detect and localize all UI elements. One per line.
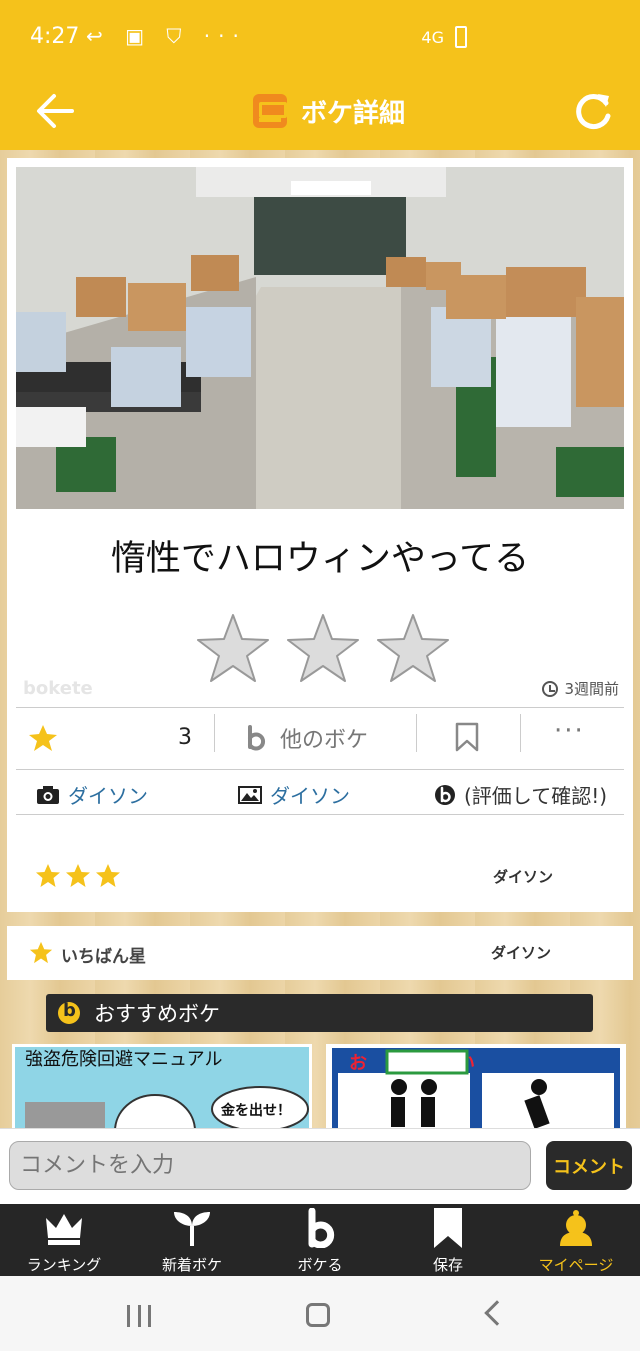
rate-star-2[interactable] (287, 613, 359, 683)
network-indicator: 4G (421, 28, 444, 47)
recommended-image-1: 強盗危険回避マニュアル 金を出せ！ (15, 1047, 309, 1131)
time-ago-text: 3週間前 (564, 680, 619, 698)
sprout-icon (174, 1212, 210, 1246)
system-back-button[interactable] (484, 1300, 510, 1326)
bokete-b-icon (248, 725, 265, 751)
star-icon (29, 941, 53, 964)
camera-icon (37, 785, 59, 804)
boke-detail-icon (253, 94, 287, 128)
boke-credit-name: ダイソン (270, 784, 350, 808)
boke-caption: 惰性でハロウィンやってる (110, 539, 530, 579)
star-icon (36, 864, 60, 887)
best-star-label: いちばん星 (61, 947, 146, 967)
star-count-icon[interactable] (28, 724, 58, 752)
nav-saved[interactable]: 保存 (384, 1204, 512, 1276)
nav-saved-label: 保存 (432, 1256, 463, 1274)
user-icon (560, 1210, 592, 1246)
arrow-left-icon (37, 94, 74, 128)
recent-apps-button[interactable] (127, 1305, 151, 1327)
star-rating-input (197, 613, 449, 683)
image-icon (238, 785, 262, 804)
more-options-button[interactable]: ··· (554, 716, 585, 746)
crown-icon (46, 1214, 82, 1245)
nav-mypage[interactable]: マイページ (512, 1204, 640, 1276)
recommend-label: おすすめボケ (94, 1002, 220, 1026)
page-title-text: ボケ詳細 (301, 98, 406, 129)
evaluate-label: (評価して確認!) (464, 784, 608, 808)
bottom-nav: ランキング 新着ボケ ボケる 保存 マイページ (0, 1204, 640, 1276)
nav-mypage-label: マイページ (538, 1256, 614, 1274)
rate-star-1[interactable] (197, 613, 269, 683)
notification-icons: ↩ ▣ ⛉ ··· (86, 24, 247, 48)
given-rating (35, 863, 121, 889)
separator (416, 714, 417, 752)
recommend-header: おすすめボケ (46, 994, 593, 1032)
photo-credit-name: ダイソン (68, 784, 148, 808)
credit-row: ダイソン ダイソン (評価して確認!) (16, 772, 624, 812)
boke-photo[interactable] (16, 167, 624, 509)
nav-new[interactable]: 新着ボケ (128, 1204, 256, 1276)
system-nav-bar (0, 1276, 640, 1351)
status-time: 4:27 (30, 24, 80, 49)
best-star-card: いちばん星 ダイソン (7, 926, 633, 980)
refresh-button[interactable] (568, 86, 618, 136)
photo-credit[interactable]: ダイソン (36, 780, 148, 809)
rater-name[interactable]: ダイソン (493, 866, 553, 887)
refresh-icon (576, 94, 611, 130)
nav-new-label: 新着ボケ (161, 1256, 222, 1274)
comment-submit-button[interactable]: コメント (546, 1141, 632, 1190)
b-icon (308, 1208, 335, 1248)
divider (16, 769, 624, 770)
clock-icon (542, 680, 559, 697)
app-header: ボケ詳細 (0, 80, 640, 150)
boke-credit[interactable]: ダイソン (238, 780, 350, 809)
bookmark-button[interactable] (454, 722, 480, 752)
bookmark-icon (434, 1208, 462, 1248)
battery-icon (455, 26, 467, 48)
divider (16, 814, 624, 815)
thumb-1-bubble: 金を出せ！ (220, 1102, 291, 1119)
time-ago: 3週間前 (542, 678, 619, 699)
recommended-boke-2[interactable]: お かけない (326, 1044, 626, 1134)
bokete-b-icon (58, 1000, 80, 1024)
other-bokes-button[interactable]: 他のボケ (246, 722, 368, 754)
thumb-1-text: 強盗危険回避マニュアル (25, 1049, 222, 1070)
separator (214, 714, 215, 752)
recommended-boke-1[interactable]: 強盗危険回避マニュアル 金を出せ！ (12, 1044, 312, 1134)
star-count: 3 (178, 725, 192, 750)
comment-input[interactable] (9, 1141, 531, 1190)
recommended-image-2: お かけない (329, 1047, 623, 1131)
page-title: ボケ詳細 (253, 91, 405, 131)
nav-ranking[interactable]: ランキング (0, 1204, 128, 1276)
bokete-b-icon (435, 784, 455, 805)
rate-star-3[interactable] (377, 613, 449, 683)
best-star-name[interactable]: ダイソン (491, 942, 551, 963)
nav-ranking-label: ランキング (26, 1256, 102, 1274)
star-icon (96, 864, 120, 887)
back-button[interactable] (30, 86, 80, 136)
evaluate-to-see[interactable]: (評価して確認!) (434, 780, 607, 809)
nav-post[interactable]: ボケる (256, 1204, 384, 1276)
other-bokes-label: 他のボケ (280, 728, 369, 753)
boke-card: 惰性でハロウィンやってる bokete 3週間前 3 他のボケ ··· ダイソン… (7, 158, 633, 912)
bokete-watermark: bokete (23, 678, 93, 699)
action-row: 3 他のボケ ··· (16, 708, 624, 768)
star-icon (66, 864, 90, 887)
home-button[interactable] (306, 1303, 330, 1327)
status-bar: 4:27 ↩ ▣ ⛉ ··· 4G (0, 0, 640, 80)
comment-bar: コメント (0, 1128, 640, 1204)
nav-post-label: ボケる (297, 1256, 343, 1274)
classroom-image (16, 167, 624, 509)
separator (520, 714, 521, 752)
